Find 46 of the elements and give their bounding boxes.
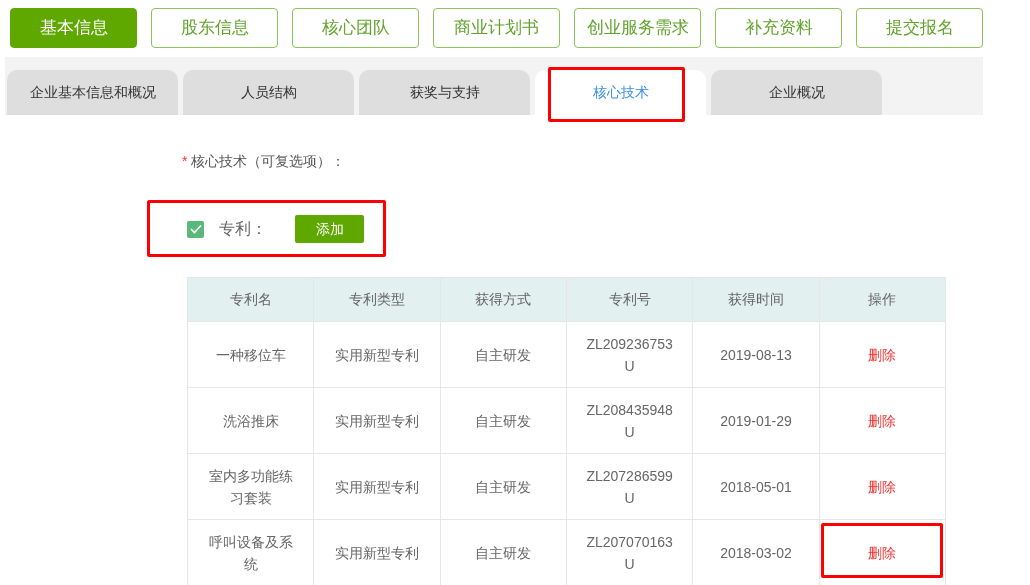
delete-link[interactable]: 删除	[868, 412, 897, 429]
tab[interactable]: 企业概况	[711, 70, 882, 115]
table-cell: 自主研发	[475, 478, 532, 495]
table-cell-text: ZL208435948U	[585, 400, 674, 442]
column-header: 专利名	[187, 277, 314, 322]
field-label: * 核心技术（可复选项）：	[182, 152, 347, 171]
delete-link[interactable]: 删除	[868, 544, 897, 561]
table-cell-text: ZL207070163U	[585, 532, 674, 574]
step-button[interactable]: 创业服务需求	[574, 8, 701, 48]
table-cell: 实用新型专利	[335, 412, 419, 429]
table-cell: 2018-03-02	[720, 544, 792, 561]
step-button[interactable]: 核心团队	[292, 8, 419, 48]
table-cell-text: 洗浴推床	[222, 411, 279, 431]
table-cell: 自主研发	[475, 544, 532, 561]
table-cell: 实用新型专利	[335, 478, 419, 495]
table-cell: 2019-01-29	[720, 412, 792, 429]
table-cell: 自主研发	[475, 412, 532, 429]
tab[interactable]: 人员结构	[183, 70, 354, 115]
table-cell: 实用新型专利	[335, 346, 419, 363]
table-cell: 2019-08-13	[720, 346, 792, 363]
delete-link[interactable]: 删除	[868, 346, 897, 363]
column-header: 专利号	[566, 277, 693, 322]
add-button[interactable]: 添加	[295, 215, 364, 243]
step-button[interactable]: 提交报名	[856, 8, 983, 48]
patent-label: 专利：	[219, 219, 267, 239]
column-header: 专利类型	[313, 277, 441, 322]
step-button[interactable]: 补充资料	[715, 8, 842, 48]
column-header: 获得时间	[692, 277, 820, 322]
tab[interactable]: 获奖与支持	[359, 70, 530, 115]
table-cell-text: 一种移位车	[215, 345, 286, 365]
table-cell-text: 呼叫设备及系统	[207, 532, 294, 574]
step-button[interactable]: 基本信息	[10, 8, 137, 48]
table-cell: 自主研发	[475, 346, 532, 363]
table-cell: 2018-05-01	[720, 478, 792, 495]
table-cell-text: ZL207286599U	[585, 466, 674, 508]
checkbox[interactable]	[187, 220, 204, 238]
table-cell-text: 室内多功能练习套装	[207, 466, 294, 508]
table-cell-text: ZL209236753U	[585, 334, 674, 376]
tab[interactable]: 企业基本信息和概况	[7, 70, 178, 115]
tab[interactable]: 核心技术	[535, 70, 706, 115]
step-button[interactable]: 商业计划书	[433, 8, 560, 48]
column-header: 获得方式	[440, 277, 567, 322]
column-header: 操作	[819, 277, 946, 322]
delete-link[interactable]: 删除	[868, 478, 897, 495]
table-cell: 实用新型专利	[335, 544, 419, 561]
step-button[interactable]: 股东信息	[151, 8, 278, 48]
